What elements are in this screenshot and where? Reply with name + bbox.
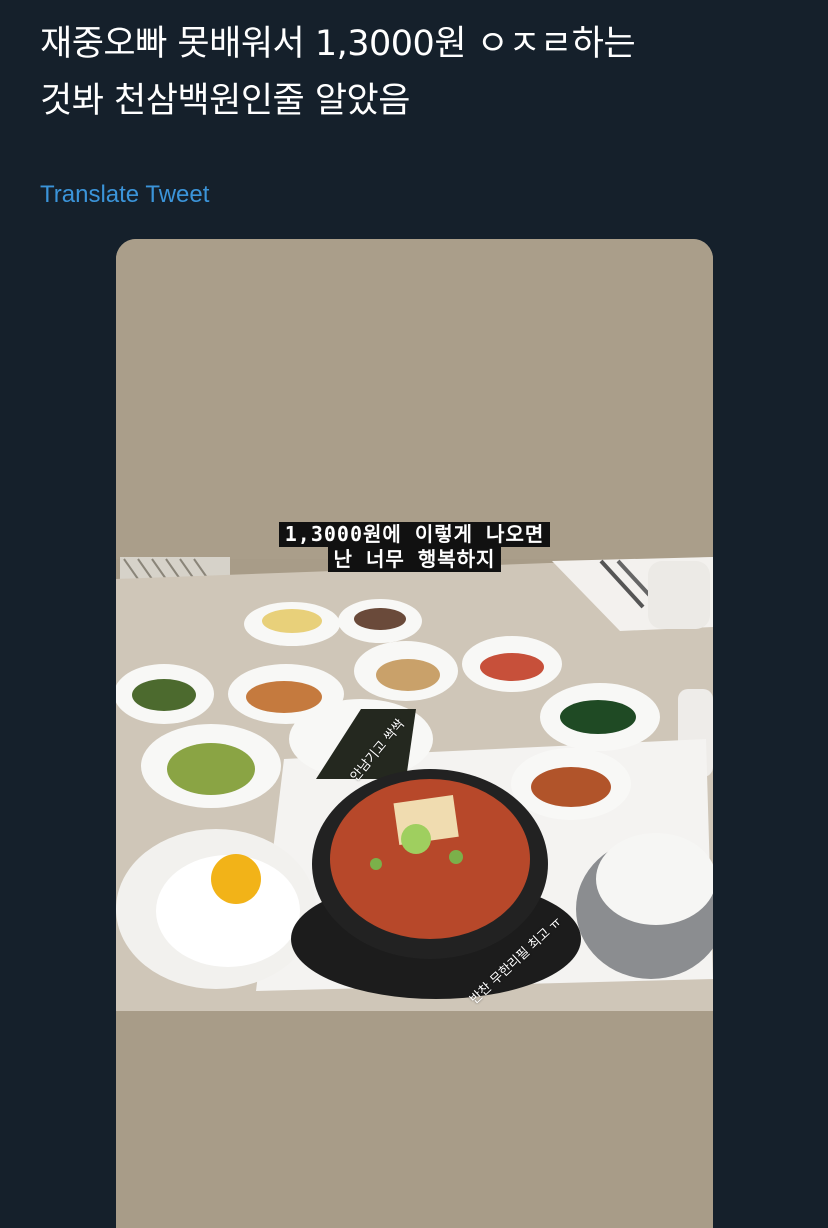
translate-tweet-link[interactable]: Translate Tweet [40, 181, 209, 209]
story-photo [116, 239, 713, 1228]
tweet-photo[interactable]: 1,3000원에 이렇게 나오면 난 너무 행복하지 안남기고 싹싹 반찬 무한… [116, 239, 713, 1228]
fried-egg-plate [116, 829, 316, 989]
tweet-text-line-2: 것봐 천삼백원인줄 알았음 [40, 81, 410, 121]
tweet-text-line-1: 재중오빠 못배워서 1,3000원 ㅇㅈㄹ하는 [40, 24, 636, 64]
tweet-text: 재중오빠 못배워서 1,3000원 ㅇㅈㄹ하는 것봐 천삼백원인줄 알았음 [40, 16, 800, 130]
tweet-page: 재중오빠 못배워서 1,3000원 ㅇㅈㄹ하는 것봐 천삼백원인줄 알았음 Tr… [0, 0, 828, 1228]
